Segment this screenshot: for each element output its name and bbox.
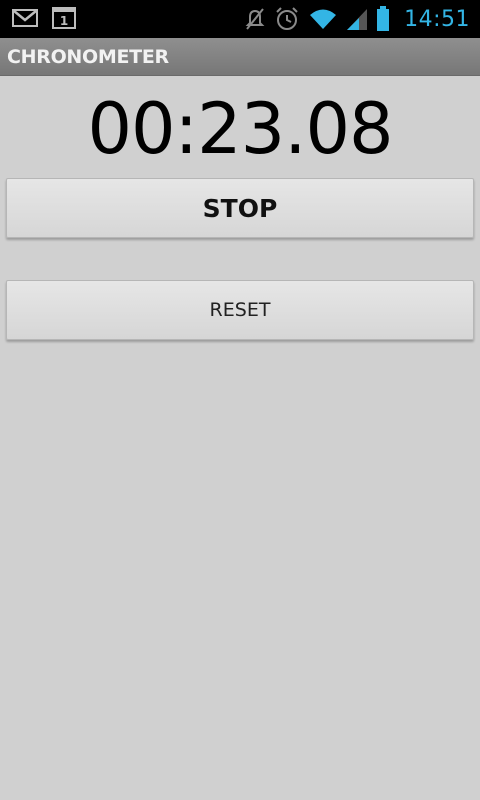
calendar-badge: 1	[60, 14, 68, 28]
chronometer-display: 00:23.08	[87, 88, 393, 170]
stop-button-label: STOP	[202, 193, 278, 223]
status-bar: 1 14:51	[0, 0, 480, 38]
app-title: CHRONOMETER	[7, 46, 169, 68]
app-title-bar: CHRONOMETER	[0, 38, 480, 76]
gmail-icon	[12, 8, 38, 28]
system-icons: 14:51	[244, 0, 470, 38]
wifi-icon	[308, 7, 338, 31]
signal-icon	[346, 7, 368, 31]
calendar-icon: 1	[52, 7, 76, 29]
stop-button[interactable]: STOP	[6, 178, 474, 238]
screen: 1 14:51 CHRONOMETER 00:23.08 STOP RESET	[0, 0, 480, 800]
alarm-icon	[274, 6, 300, 32]
mute-icon	[244, 7, 266, 31]
battery-icon	[376, 6, 390, 32]
clock-time: 14:51	[404, 6, 470, 32]
reset-button-label: RESET	[209, 299, 271, 321]
reset-button[interactable]: RESET	[6, 280, 474, 340]
notification-area: 1	[12, 7, 76, 29]
